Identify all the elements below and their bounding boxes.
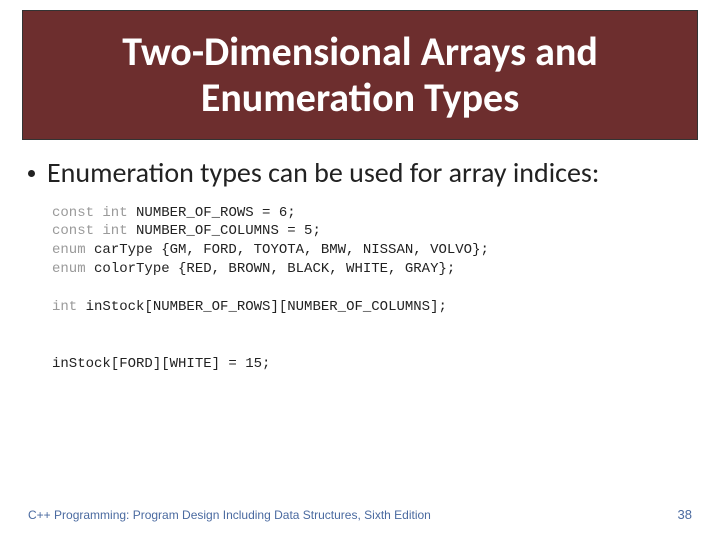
kw-int: int [52, 299, 77, 315]
code-rest-4: colorType {RED, BROWN, BLACK, WHITE, GRA… [86, 261, 456, 277]
code-line-2: const int NUMBER_OF_COLUMNS = 5; [52, 223, 321, 239]
kw-enum-1: enum [52, 242, 86, 258]
slide-title: Two-Dimensional Arrays and Enumeration T… [43, 29, 677, 121]
code-line-5: int inStock[NUMBER_OF_ROWS][NUMBER_OF_CO… [52, 299, 447, 315]
bullet-text: Enumeration types can be used for array … [47, 156, 599, 190]
code-line-1: const int NUMBER_OF_ROWS = 6; [52, 205, 296, 221]
bullet-icon [28, 170, 35, 177]
code-rest-3: carType {GM, FORD, TOYOTA, BMW, NISSAN, … [86, 242, 489, 258]
code-rest-5: inStock[NUMBER_OF_ROWS][NUMBER_OF_COLUMN… [77, 299, 447, 315]
kw-const-int-1: const int [52, 205, 128, 221]
title-box: Two-Dimensional Arrays and Enumeration T… [22, 10, 698, 140]
code-rest-2: NUMBER_OF_COLUMNS = 5; [128, 223, 321, 239]
bullet-row: Enumeration types can be used for array … [28, 156, 692, 190]
kw-enum-2: enum [52, 261, 86, 277]
footer-book: C++ Programming: Program Design Includin… [28, 508, 431, 522]
code-line-3: enum carType {GM, FORD, TOYOTA, BMW, NIS… [52, 242, 489, 258]
code-line-6: inStock[FORD][WHITE] = 15; [52, 356, 270, 372]
body-area: Enumeration types can be used for array … [28, 150, 692, 480]
code-line-4: enum colorType {RED, BROWN, BLACK, WHITE… [52, 261, 455, 277]
slide: Two-Dimensional Arrays and Enumeration T… [0, 0, 720, 540]
footer-page: 38 [678, 507, 692, 522]
kw-const-int-2: const int [52, 223, 128, 239]
footer: C++ Programming: Program Design Includin… [28, 507, 692, 522]
code-rest-1: NUMBER_OF_ROWS = 6; [128, 205, 296, 221]
code-block: const int NUMBER_OF_ROWS = 6; const int … [52, 204, 692, 374]
